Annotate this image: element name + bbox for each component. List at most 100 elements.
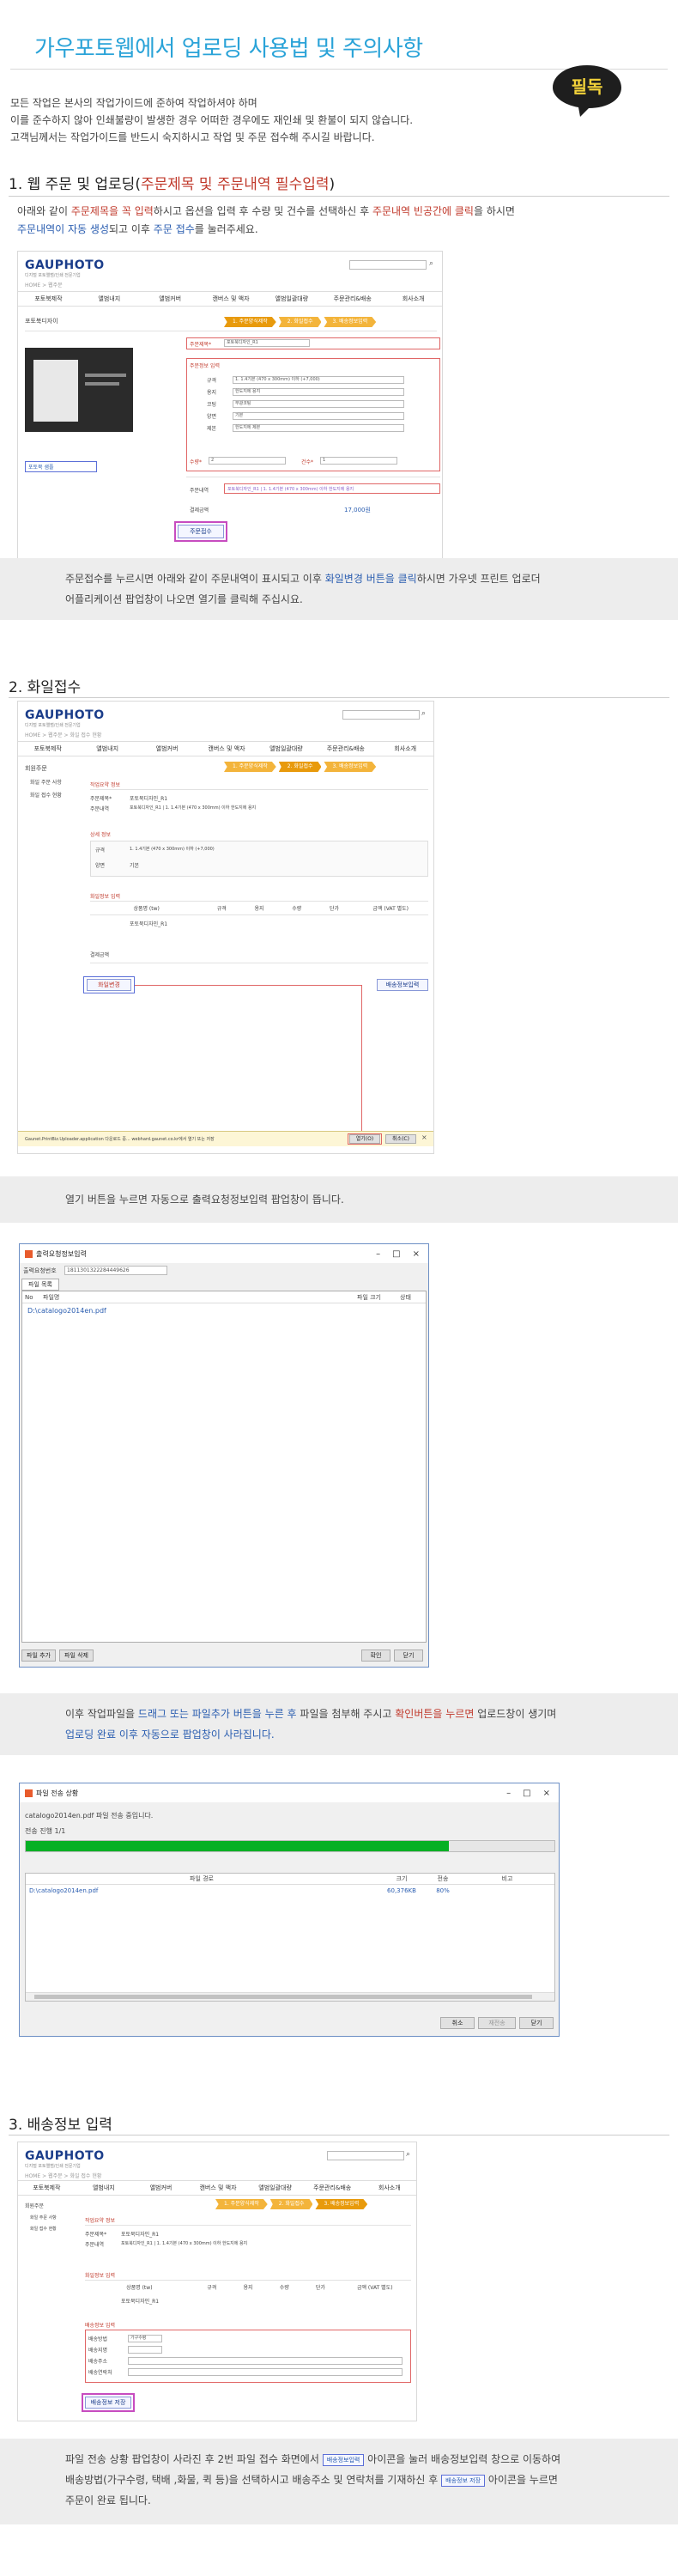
nav-item[interactable]: 앨범일괄대량	[261, 295, 322, 303]
detail-label: 양면	[95, 863, 106, 869]
file-row[interactable]: D:\catalogo2014en.pdf	[22, 1303, 426, 1318]
sidebar-item[interactable]: 화일 주문 사항	[25, 775, 85, 788]
option-row: 코팅 무광코팅	[190, 398, 437, 410]
site-search-input[interactable]	[349, 260, 427, 270]
close-button[interactable]: 닫기	[394, 1649, 423, 1662]
search-icon[interactable]: ⌕	[429, 259, 433, 268]
nav-item[interactable]: 앨범일괄대량	[246, 2184, 304, 2192]
nav-item[interactable]: 앨범일괄대량	[257, 744, 316, 753]
order-title-input[interactable]: 포토북디자인_R1	[224, 339, 310, 347]
nav-item[interactable]: 포토북제작	[18, 744, 77, 753]
app-icon	[25, 1789, 33, 1797]
delete-file-button[interactable]: 파일 삭제	[59, 1649, 94, 1662]
option-header: 주문정보 입력	[190, 363, 221, 369]
nav-item[interactable]: 회사소개	[376, 744, 433, 753]
history-value[interactable]: 포토북디자인_R1 | 1. 1.4기본 (470 x 300mm) 이하 한도…	[227, 486, 354, 492]
option-select[interactable]: 무광코팅	[233, 399, 404, 408]
option-select[interactable]: 한도지에 제본	[233, 423, 404, 432]
sample-caption[interactable]: 포토북 샘플	[25, 461, 97, 472]
nav-item[interactable]: 캔버스 및 액자	[190, 2184, 247, 2192]
option-label: 규격	[207, 377, 217, 384]
minimize-icon[interactable]: –	[376, 1249, 380, 1259]
nav-item[interactable]: 앨범커버	[137, 744, 197, 753]
search-icon[interactable]: ⌕	[421, 709, 426, 718]
delivery-name-input[interactable]	[128, 2346, 162, 2354]
band-text: 아이콘을 눌러 배송정보입력 창으로 이동하여	[364, 2453, 561, 2465]
nav-item[interactable]: 앨범내지	[76, 2184, 133, 2192]
delivery-method-select[interactable]: 가구수령	[128, 2335, 162, 2342]
nav-item[interactable]: 주문관리&배송	[322, 295, 383, 303]
delivery-row: 배송방법 가구수령	[88, 2333, 408, 2344]
nav-item[interactable]: 캔버스 및 액자	[201, 295, 262, 303]
delivery-row: 배송지명	[88, 2344, 408, 2355]
nav-item[interactable]: 주문관리&배송	[304, 2184, 361, 2192]
sidebar-item[interactable]: 회원주문	[25, 2199, 82, 2212]
delivery-phone-input[interactable]	[128, 2368, 403, 2376]
tab-file-list[interactable]: 파일 목록	[21, 1279, 59, 1291]
delivery-save-button[interactable]: 배송정보 저장	[85, 2397, 131, 2409]
file-change-button[interactable]: 화일변경	[87, 979, 131, 991]
close-button[interactable]: 닫기	[519, 2017, 554, 2029]
resend-button[interactable]: 재전송	[478, 2017, 516, 2029]
scrollbar-thumb[interactable]	[34, 1995, 532, 1999]
nav-item[interactable]: 포토북제작	[18, 295, 79, 303]
count-select[interactable]: 1	[320, 457, 397, 465]
ok-button[interactable]: 확인	[361, 1649, 390, 1662]
nav-item[interactable]: 앨범커버	[132, 2184, 190, 2192]
nav-item[interactable]: 포토북제작	[18, 2184, 76, 2192]
inline-delivery-info-button[interactable]: 배송정보입력	[322, 2453, 365, 2466]
maximize-icon[interactable]: □	[392, 1249, 400, 1259]
horizontal-scrollbar[interactable]	[26, 1992, 554, 2001]
nav-item[interactable]: 앨범내지	[79, 295, 140, 303]
breadcrumb: HOME > 웹주문 > 화일 접수 현황	[25, 2173, 102, 2179]
site-logo-subtitle: 디지털 포토앨범/인쇄 전문기업	[25, 2164, 81, 2169]
qty-select[interactable]: 2	[209, 457, 286, 465]
delivery-label: 배송주소	[88, 2359, 108, 2365]
site-search-input[interactable]	[327, 2151, 404, 2160]
close-icon[interactable]: ×	[543, 1789, 550, 1798]
transfer-row[interactable]: D:\catalogo2014en.pdf 60,376KB 80%	[26, 1885, 554, 1896]
order-no-field[interactable]: 1811301322284449626	[64, 1266, 167, 1275]
nav-item[interactable]: 앨범내지	[77, 744, 136, 753]
detail-value: 1. 1.4기본 (470 x 300mm) 이하 (+7,000)	[130, 847, 215, 852]
close-icon[interactable]: ×	[421, 1133, 427, 1141]
nav-item[interactable]: 앨범커버	[140, 295, 201, 303]
option-row: 규격 1. 1.4기본 (470 x 300mm) 이하 (+7,000)	[190, 374, 437, 386]
sidebar-item[interactable]: 회원주문	[25, 762, 85, 775]
maximize-icon[interactable]: □	[523, 1789, 530, 1798]
divider	[90, 789, 428, 790]
section1-title: 1. 웹 주문 및 업로딩(주문제목 및 주문내역 필수입력)	[9, 172, 335, 193]
dialog-title: 출력요청정보입력	[36, 1249, 87, 1258]
site-nav: 포토북제작 앨범내지 앨범커버 캔버스 및 액자 앨범일괄대량 주문관리&배송 …	[18, 741, 433, 756]
order-submit-button[interactable]: 주문접수	[178, 525, 224, 538]
add-file-button[interactable]: 파일 추가	[21, 1649, 56, 1662]
sidebar-item[interactable]: 화일 접수 현황	[25, 2223, 82, 2234]
site-logo-subtitle: 디지털 포토앨범/인쇄 전문기업	[25, 723, 81, 728]
inline-delivery-save-button[interactable]: 배송정보 저장	[441, 2474, 486, 2487]
option-select[interactable]: 1. 1.4기본 (470 x 300mm) 이하 (+7,000)	[233, 375, 404, 384]
delivery-address-input[interactable]	[128, 2357, 403, 2365]
nav-item[interactable]: 캔버스 및 액자	[197, 744, 256, 753]
sidebar-item[interactable]: 화일 접수 현황	[25, 788, 85, 801]
cancel-button[interactable]: 취소	[440, 2017, 475, 2029]
minimize-icon[interactable]: –	[506, 1789, 511, 1798]
must-read-badge-text: 필독	[572, 76, 603, 97]
app-open-button[interactable]: 열기(O)	[349, 1134, 380, 1144]
delivery-info-button[interactable]: 배송정보입력	[377, 979, 428, 991]
file-list[interactable]: No 파일명 파일 크기 상태 D:\catalogo2014en.pdf	[21, 1291, 427, 1643]
site-logo-text: GAUPHOTO	[25, 708, 105, 722]
count-label: 건수*	[301, 459, 314, 465]
site-logo-subtitle: 디지털 포토앨범/인쇄 전문기업	[25, 273, 81, 278]
nav-item[interactable]: 주문관리&배송	[316, 744, 375, 753]
close-icon[interactable]: ×	[413, 1249, 420, 1259]
band-text: 하시면 가우넷 프린트 업로더	[416, 573, 541, 585]
app-cancel-button[interactable]: 취소(C)	[385, 1134, 416, 1144]
intro-line: 모든 작업은 본사의 작업가이드에 준하여 작업하셔야 하며	[10, 97, 257, 109]
option-select[interactable]: 한도지에 용지	[233, 387, 404, 396]
nav-item[interactable]: 회사소개	[383, 295, 442, 303]
option-select[interactable]: 기본	[233, 411, 404, 420]
search-icon[interactable]: ⌕	[406, 2150, 410, 2159]
sidebar-item[interactable]: 화일 주문 사항	[25, 2212, 82, 2223]
site-search-input[interactable]	[342, 710, 420, 720]
nav-item[interactable]: 회사소개	[360, 2184, 416, 2192]
